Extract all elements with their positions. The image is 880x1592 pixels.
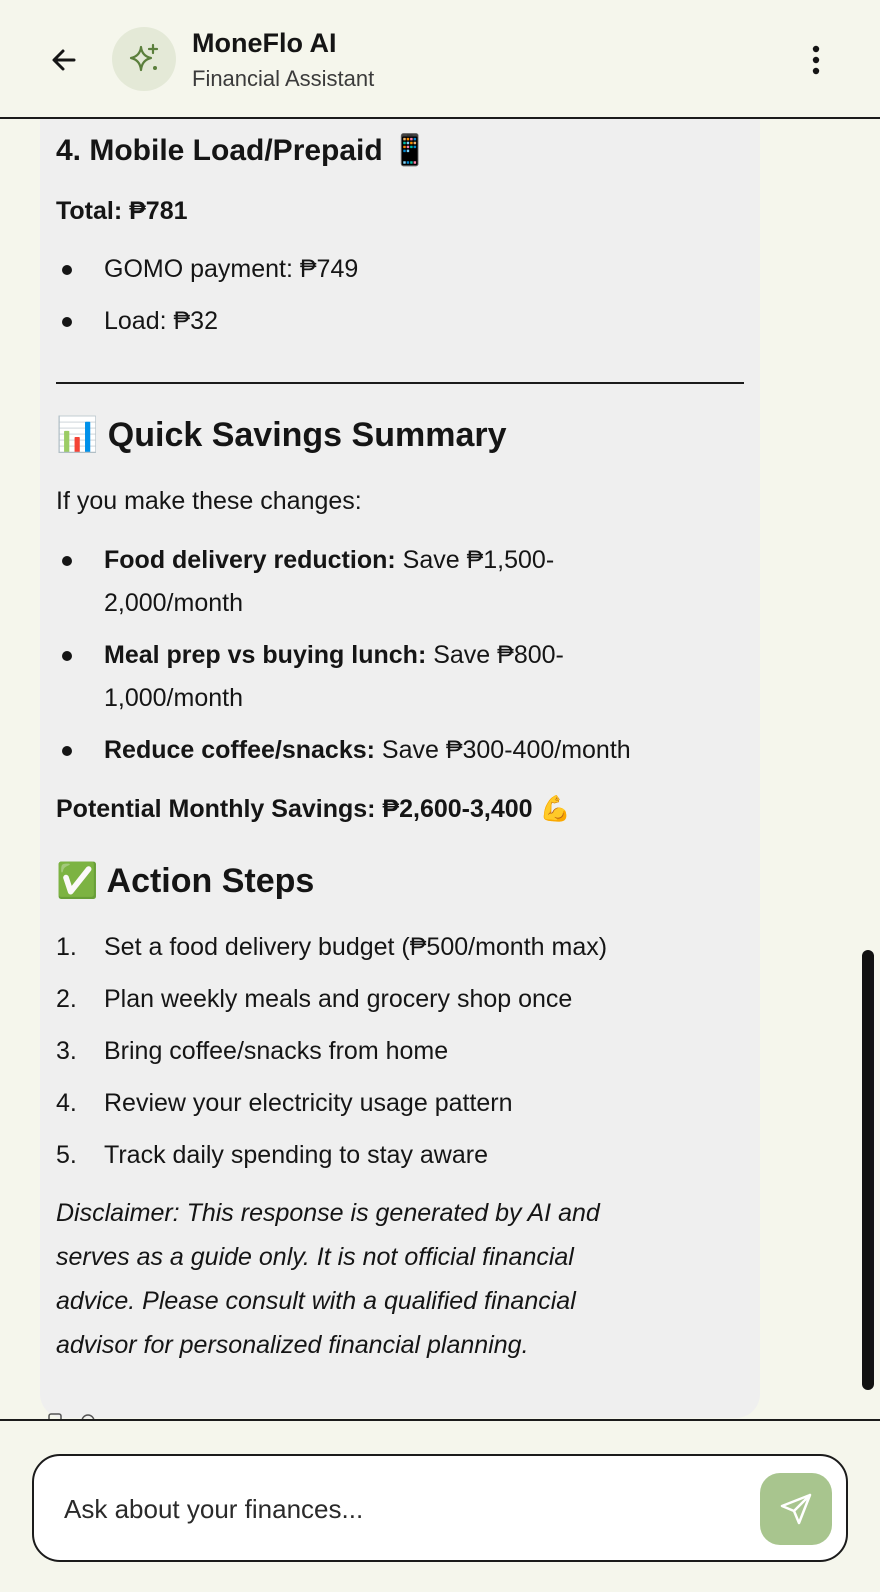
message-input[interactable] (64, 1486, 744, 1532)
action-step: Bring coffee/snacks from home (104, 1037, 449, 1065)
chat-header: MoneFlo AI Financial Assistant (0, 0, 880, 119)
assistant-avatar (112, 27, 176, 91)
action-step: Set a food delivery budget (₱500/month m… (104, 933, 608, 961)
list-item: Meal prep vs buying lunch: Save ₱800- (104, 641, 564, 669)
list-item-continuation: 1,000/month (104, 684, 243, 712)
potential-savings: Potential Monthly Savings: ₱2,600-3,400 … (56, 795, 571, 823)
divider (56, 382, 744, 384)
savings-intro: If you make these changes: (56, 487, 362, 515)
disclaimer-line: serves as a guide only. It is not offici… (56, 1243, 574, 1271)
list-item: Load: ₱32 (104, 307, 218, 335)
chat-messages[interactable]: 4. Mobile Load/Prepaid 📱 Total: ₱781 GOM… (0, 119, 880, 1419)
composer-bar (0, 1419, 880, 1592)
arrow-left-icon (52, 49, 76, 71)
composer-box (32, 1454, 848, 1562)
action-step: Review your electricity usage pattern (104, 1089, 513, 1117)
bullet (62, 317, 72, 327)
step-number: 3. (56, 1037, 77, 1065)
step-number: 5. (56, 1141, 77, 1169)
send-button[interactable] (760, 1473, 832, 1545)
send-icon (780, 1493, 812, 1525)
step-number: 4. (56, 1089, 77, 1117)
more-options-button[interactable] (800, 40, 832, 80)
bullet (62, 746, 72, 756)
disclaimer-line: advice. Please consult with a qualified … (56, 1287, 576, 1315)
bullet (62, 265, 72, 275)
bullet (62, 651, 72, 661)
disclaimer-line: advisor for personalized financial plann… (56, 1331, 529, 1359)
bullet (62, 556, 72, 566)
list-item: Food delivery reduction: Save ₱1,500- (104, 546, 555, 574)
section-heading-actions: ✅ Action Steps (56, 862, 315, 900)
step-number: 1. (56, 933, 77, 961)
mobile-total: Total: ₱781 (56, 197, 188, 225)
step-number: 2. (56, 985, 77, 1013)
back-button[interactable] (44, 40, 84, 80)
more-vertical-icon (812, 45, 820, 75)
action-step: Track daily spending to stay aware (104, 1141, 488, 1169)
section-heading-savings: 📊 Quick Savings Summary (56, 416, 507, 454)
assistant-subtitle: Financial Assistant (192, 66, 375, 91)
list-item: Reduce coffee/snacks: Save ₱300-400/mont… (104, 736, 631, 764)
chat-scrollbar[interactable] (862, 950, 874, 1390)
section-heading-mobile: 4. Mobile Load/Prepaid 📱 (56, 134, 429, 167)
assistant-name: MoneFlo AI (192, 28, 337, 58)
disclaimer-line: Disclaimer: This response is generated b… (56, 1199, 600, 1227)
list-item-continuation: 2,000/month (104, 589, 243, 617)
sparkle-icon (129, 43, 159, 72)
list-item: GOMO payment: ₱749 (104, 255, 359, 283)
action-step: Plan weekly meals and grocery shop once (104, 985, 573, 1013)
